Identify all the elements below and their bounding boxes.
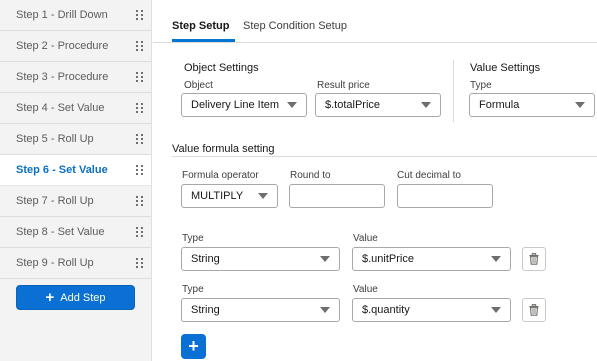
operand-type-label: Type: [182, 233, 204, 244]
step-label: Step 9 - Roll Up: [16, 257, 94, 269]
cut-decimal-label: Cut decimal to: [397, 170, 461, 181]
operand-value-label: Value: [353, 233, 378, 244]
chevron-down-icon: [320, 256, 330, 262]
add-operand-button[interactable]: +: [181, 334, 206, 359]
sidebar-step-2[interactable]: Step 2 - Procedure: [0, 31, 151, 62]
step-label: Step 4 - Set Value: [16, 102, 105, 114]
trash-icon: [529, 253, 539, 265]
step-label: Step 7 - Roll Up: [16, 195, 94, 207]
result-price-value: $.totalPrice: [325, 99, 381, 111]
value-settings-title: Value Settings: [470, 62, 541, 74]
drag-handle-icon[interactable]: [133, 164, 147, 176]
drag-handle-icon[interactable]: [133, 71, 147, 83]
plus-icon: +: [188, 336, 199, 356]
trash-icon: [529, 304, 539, 316]
sidebar-step-1[interactable]: Step 1 - Drill Down: [0, 0, 151, 31]
cut-decimal-input[interactable]: [397, 184, 493, 208]
tab-step-condition-setup[interactable]: Step Condition Setup: [243, 20, 347, 32]
operand-1-value: $.unitPrice: [362, 253, 414, 265]
add-step-label: Add Step: [60, 291, 106, 304]
round-to-label: Round to: [290, 170, 331, 181]
operand-1-value-select[interactable]: $.unitPrice: [352, 247, 511, 271]
chevron-down-icon: [258, 193, 268, 199]
sidebar-step-7[interactable]: Step 7 - Roll Up: [0, 186, 151, 217]
formula-operator-value: MULTIPLY: [191, 190, 244, 202]
result-price-select[interactable]: $.totalPrice: [315, 93, 441, 117]
operand-1-type-value: String: [191, 253, 220, 265]
steps-sidebar: Step 1 - Drill Down Step 2 - Procedure S…: [0, 0, 152, 361]
object-settings-title: Object Settings: [184, 62, 259, 74]
add-step-button[interactable]: + Add Step: [16, 285, 135, 310]
value-type-label: Type: [470, 80, 492, 91]
chevron-down-icon: [320, 307, 330, 313]
chevron-down-icon: [421, 102, 431, 108]
chevron-down-icon: [575, 102, 585, 108]
plus-icon: +: [45, 289, 55, 306]
operand-2-type-select[interactable]: String: [181, 298, 340, 322]
chevron-down-icon: [491, 307, 501, 313]
sidebar-step-5[interactable]: Step 5 - Roll Up: [0, 124, 151, 155]
drag-handle-icon[interactable]: [133, 102, 147, 114]
operand-value-label: Value: [353, 284, 378, 295]
chevron-down-icon: [491, 256, 501, 262]
formula-section-title: Value formula setting: [172, 143, 275, 155]
step-label: Step 5 - Roll Up: [16, 133, 94, 145]
value-type-value: Formula: [479, 99, 520, 111]
formula-operator-select[interactable]: MULTIPLY: [181, 184, 278, 208]
step-label: Step 2 - Procedure: [16, 40, 109, 52]
result-price-label: Result price: [317, 80, 370, 91]
drag-handle-icon[interactable]: [133, 195, 147, 207]
sidebar-step-8[interactable]: Step 8 - Set Value: [0, 217, 151, 248]
object-label: Object: [184, 80, 213, 91]
drag-handle-icon[interactable]: [133, 226, 147, 238]
drag-handle-icon[interactable]: [133, 257, 147, 269]
sidebar-step-6[interactable]: Step 6 - Set Value: [0, 155, 151, 186]
delete-operand-2-button[interactable]: [522, 298, 546, 322]
round-to-input[interactable]: [289, 184, 385, 208]
operand-type-label: Type: [182, 284, 204, 295]
step-label: Step 8 - Set Value: [16, 226, 105, 238]
drag-handle-icon[interactable]: [133, 133, 147, 145]
object-select-value: Delivery Line Item: [191, 99, 280, 111]
operand-2-value-select[interactable]: $.quantity: [352, 298, 511, 322]
step-editor: Step Setup Step Condition Setup Object S…: [153, 0, 597, 361]
formula-divider: [172, 156, 597, 157]
object-select[interactable]: Delivery Line Item: [181, 93, 307, 117]
formula-operator-label: Formula operator: [182, 170, 259, 181]
sidebar-step-4[interactable]: Step 4 - Set Value: [0, 93, 151, 124]
delete-operand-1-button[interactable]: [522, 247, 546, 271]
sidebar-step-3[interactable]: Step 3 - Procedure: [0, 62, 151, 93]
drag-handle-icon[interactable]: [133, 9, 147, 21]
operand-1-type-select[interactable]: String: [181, 247, 340, 271]
tab-step-setup[interactable]: Step Setup: [172, 20, 229, 32]
operand-2-value: $.quantity: [362, 304, 410, 316]
tab-divider: [153, 42, 597, 43]
operand-2-type-value: String: [191, 304, 220, 316]
sidebar-step-9[interactable]: Step 9 - Roll Up: [0, 248, 151, 279]
step-label: Step 6 - Set Value: [16, 164, 108, 176]
chevron-down-icon: [287, 102, 297, 108]
drag-handle-icon[interactable]: [133, 40, 147, 52]
step-label: Step 1 - Drill Down: [16, 9, 108, 21]
settings-divider: [453, 60, 454, 122]
step-label: Step 3 - Procedure: [16, 71, 109, 83]
value-type-select[interactable]: Formula: [469, 93, 595, 117]
